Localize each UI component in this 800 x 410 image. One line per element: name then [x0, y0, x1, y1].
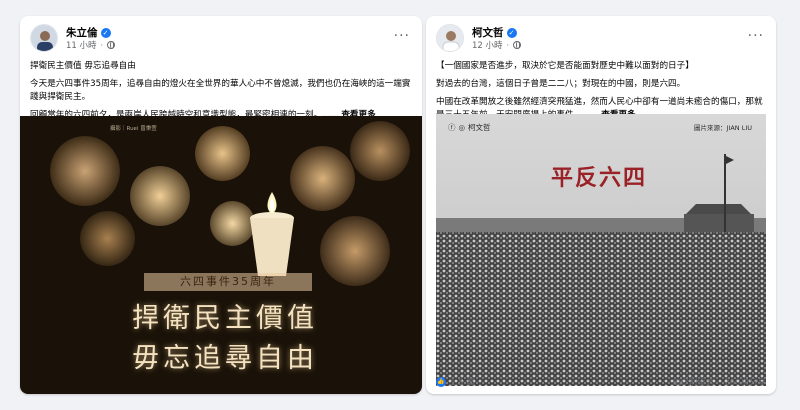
comment-count[interactable]: 887則留言	[673, 376, 715, 388]
reaction-bar: 👍 1.5 萬 887則留言 260次分享	[436, 374, 766, 390]
separator-dot: ·	[506, 40, 510, 50]
post-paragraph: 對過去的台灣，這個日子曾是二二八；對現在的中國，則是六四。	[436, 79, 686, 89]
post-time[interactable]: 12 小時	[472, 39, 503, 51]
post-image[interactable]: ⓕ ◎ 柯文哲 圖片來源：JIAN LIU 平反六四	[436, 114, 766, 386]
author-name[interactable]: 柯文哲	[472, 25, 504, 40]
instagram-icon: ◎	[458, 123, 466, 132]
post-paragraph: 今天是六四事件35周年，追尋自由的燈火在全世界的華人心中不曾熄滅，我們也仍在海峽…	[30, 79, 411, 102]
post-text: 捍衛民主價值 毋忘追尋自由 今天是六四事件35周年，追尋自由的燈火在全世界的華人…	[20, 60, 422, 122]
avatar[interactable]	[30, 24, 58, 52]
slogan-line-1: 捍衛民主價值	[132, 303, 318, 334]
globe-icon	[107, 41, 116, 49]
post-paragraph: 捍衛民主價值 毋忘追尋自由	[30, 61, 136, 71]
facebook-icon: ⓕ	[448, 123, 456, 132]
post-card-ko: 柯文哲 ✓ 12 小時 · ··· 【一個國家是否進步，取決於它是否能面對歷史中…	[426, 16, 776, 394]
brand-label: ⓕ ◎ 柯文哲	[448, 123, 491, 132]
more-options-button[interactable]: ···	[748, 28, 764, 44]
verified-badge-icon: ✓	[506, 27, 517, 38]
post-header: 柯文哲 ✓ 12 小時 · ···	[426, 16, 776, 60]
separator-dot: ·	[100, 40, 104, 50]
image-title: 平反六四	[551, 165, 648, 191]
more-options-button[interactable]: ···	[394, 28, 410, 44]
candle-icon	[250, 192, 294, 276]
post-text: 【一個國家是否進步，取決於它是否能面對歷史中難以面對的日子】 對過去的台灣，這個…	[426, 60, 776, 122]
like-count[interactable]: 1.5 萬	[450, 376, 475, 388]
slogan-line-2: 毋忘追尋自由	[132, 343, 318, 374]
post-header: 朱立倫 ✓ 11 小時 · ···	[20, 16, 422, 60]
post-image[interactable]: 攝影｜Ruei 曾秉萱 六四事件35周年 捍衛民主價值 毋忘追尋自由	[20, 116, 422, 394]
share-count[interactable]: 260次分享	[724, 376, 766, 388]
avatar[interactable]	[436, 24, 464, 52]
photo-source: 圖片來源：JIAN LIU	[693, 124, 752, 132]
event-banner: 六四事件35周年	[144, 273, 312, 291]
photo-credit: 攝影｜Ruei 曾秉萱	[110, 126, 157, 132]
post-time[interactable]: 11 小時	[66, 39, 97, 51]
verified-badge-icon: ✓	[100, 27, 111, 38]
author-name[interactable]: 朱立倫	[66, 25, 98, 40]
tiananmen-photo	[436, 114, 766, 386]
post-card-chu: 朱立倫 ✓ 11 小時 · ··· 捍衛民主價值 毋忘追尋自由 今天是六四事件3…	[20, 16, 422, 394]
like-icon[interactable]: 👍	[436, 377, 446, 387]
globe-icon	[513, 41, 522, 49]
post-paragraph: 【一個國家是否進步，取決於它是否能面對歷史中難以面對的日子】	[436, 61, 694, 71]
